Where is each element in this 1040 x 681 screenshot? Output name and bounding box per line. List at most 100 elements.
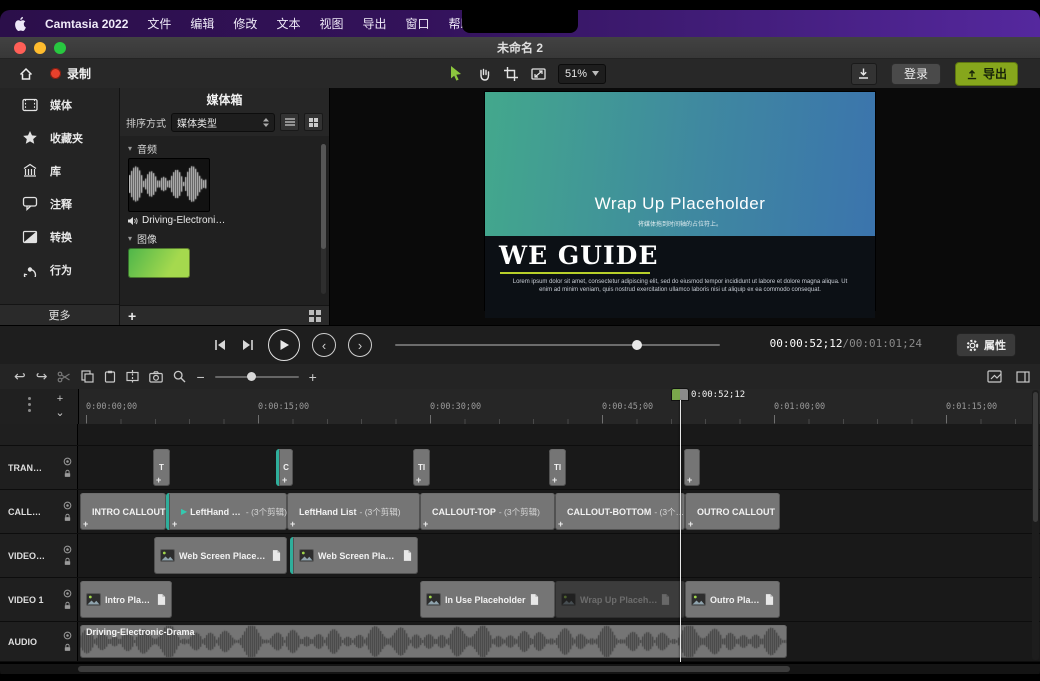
scale-tool-icon[interactable] xyxy=(530,66,547,82)
media-bin-scrollbar[interactable] xyxy=(321,144,326,294)
menu-item-edit[interactable]: 编辑 xyxy=(190,15,214,32)
timeline-clip[interactable]: +LeftHand List- (3个剪辑) xyxy=(287,493,420,530)
sidebar-item-behaviors[interactable]: 行为 xyxy=(0,253,119,286)
timeline-clip[interactable]: +CALLOUT-BOTTOM- (3个… xyxy=(555,493,685,530)
lock-icon[interactable] xyxy=(63,513,72,522)
lock-icon[interactable] xyxy=(63,601,72,610)
timeline-hscrollbar[interactable] xyxy=(0,664,1040,674)
sidebar-item-media[interactable]: 媒体 xyxy=(0,88,119,121)
track-header[interactable]: AUDIO xyxy=(0,622,78,661)
grid-view-button[interactable] xyxy=(304,113,323,131)
panel-toggle-button[interactable] xyxy=(1016,371,1030,383)
jump-back-button[interactable]: ‹ xyxy=(312,333,336,357)
track-header[interactable]: CALL… xyxy=(0,490,78,533)
redo-button[interactable]: ↪ xyxy=(36,368,48,385)
menu-item-text[interactable]: 文本 xyxy=(276,15,300,32)
timeline-clip[interactable]: Web Screen Place… xyxy=(290,537,418,574)
add-track-button[interactable]: + xyxy=(52,393,68,406)
timeline-clip[interactable]: +T xyxy=(153,449,170,486)
lock-icon[interactable] xyxy=(63,643,72,652)
track-lane[interactable]: +T +C +TI +TI + xyxy=(78,446,1040,489)
track-lane[interactable]: +INTRO CALLOUT+▶LeftHand List- (3个剪辑)+Le… xyxy=(78,490,1040,533)
lock-icon[interactable] xyxy=(63,557,72,566)
timeline-clip[interactable]: Intro Placeh… xyxy=(80,581,172,618)
sidebar-item-annotations[interactable]: 注释 xyxy=(0,187,119,220)
section-audio[interactable]: ▾ 音频 xyxy=(128,140,321,156)
media-item-image-thumb[interactable] xyxy=(128,248,190,278)
playhead-head[interactable] xyxy=(672,389,688,400)
video-preview[interactable]: Wrap Up Placeholder 将媒体拖到时间轴的占位符上。 WE GU… xyxy=(485,92,875,310)
track-toggle-icon[interactable] xyxy=(63,589,72,598)
track-header[interactable]: VIDEO 1 xyxy=(0,578,78,621)
sidebar-item-favorites[interactable]: 收藏夹 xyxy=(0,121,119,154)
cursor-tool-icon[interactable] xyxy=(448,65,465,82)
sidebar-item-transitions[interactable]: 转换 xyxy=(0,220,119,253)
timeline-clip[interactable]: +TI xyxy=(413,449,430,486)
timeline-clip[interactable]: +INTRO CALLOUT xyxy=(80,493,166,530)
zoom-slider-thumb[interactable] xyxy=(247,372,256,381)
hscroll-thumb[interactable] xyxy=(78,666,790,672)
timeline-clip[interactable]: +▶LeftHand List- (3个剪辑) xyxy=(166,493,287,530)
copy-button[interactable] xyxy=(81,370,94,383)
timeline-clip[interactable]: Driving-Electronic-Drama xyxy=(80,625,787,658)
record-button[interactable]: 录制 xyxy=(50,65,91,82)
canvas-stage[interactable]: Wrap Up Placeholder 将媒体拖到时间轴的占位符上。 WE GU… xyxy=(330,88,1040,325)
app-menu-title[interactable]: Camtasia 2022 xyxy=(45,17,128,31)
timeline-clip[interactable]: Outro Plac… xyxy=(685,581,780,618)
timeline-clip[interactable]: +TI xyxy=(549,449,566,486)
play-button[interactable] xyxy=(268,329,300,361)
timeline-vscrollbar[interactable] xyxy=(1032,390,1039,660)
timeline-clip[interactable]: Web Screen Placeh… xyxy=(154,537,287,574)
scrubber-slider[interactable] xyxy=(395,344,720,346)
menu-item-file[interactable]: 文件 xyxy=(147,15,171,32)
track-toggle-icon[interactable] xyxy=(63,457,72,466)
export-button[interactable]: 导出 xyxy=(955,62,1018,86)
track-lane[interactable]: Intro Placeh… In Use PlaceholderWrap Up P… xyxy=(78,578,1040,621)
sidebar-more-button[interactable]: 更多 xyxy=(0,304,119,325)
timeline-zoom-slider[interactable] xyxy=(215,376,299,378)
thumbnail-size-button[interactable] xyxy=(309,310,321,322)
track-toggle-icon[interactable] xyxy=(63,631,72,640)
timeline-clip[interactable]: + xyxy=(684,449,700,486)
zoom-out-button[interactable]: − xyxy=(196,369,204,385)
media-item-audio-thumb[interactable] xyxy=(128,158,210,212)
sidebar-item-library[interactable]: 库 xyxy=(0,154,119,187)
list-view-button[interactable] xyxy=(280,113,299,131)
zoom-in-button[interactable]: + xyxy=(309,369,317,385)
split-button[interactable] xyxy=(126,370,139,383)
paste-button[interactable] xyxy=(104,370,116,383)
collapse-tracks-button[interactable]: ⌄ xyxy=(52,407,68,420)
timeline-clip[interactable]: +C xyxy=(276,449,293,486)
menu-item-export[interactable]: 导出 xyxy=(362,15,386,32)
apple-menu-icon[interactable] xyxy=(14,16,26,31)
vscroll-thumb[interactable] xyxy=(1033,392,1038,522)
next-frame-button[interactable] xyxy=(240,337,256,353)
jump-forward-button[interactable]: › xyxy=(348,333,372,357)
crop-tool-icon[interactable] xyxy=(503,66,519,82)
home-icon[interactable] xyxy=(18,66,34,82)
add-media-button[interactable]: + xyxy=(128,309,136,323)
track-lane[interactable]: Driving-Electronic-Drama xyxy=(78,622,1040,661)
download-button[interactable] xyxy=(851,63,877,85)
timeline-clip[interactable]: +OUTRO CALLOUT xyxy=(685,493,780,530)
cut-button[interactable] xyxy=(57,370,71,384)
scrubber-thumb[interactable] xyxy=(632,340,642,350)
pan-tool-icon[interactable] xyxy=(476,66,492,82)
track-toggle-icon[interactable] xyxy=(63,545,72,554)
timeline-ruler[interactable]: 0:00:00;000:00:15;000:00:30;000:00:45;00… xyxy=(78,389,1040,424)
previous-frame-button[interactable] xyxy=(212,337,228,353)
track-header[interactable]: TRAN… xyxy=(0,446,78,489)
login-button[interactable]: 登录 xyxy=(891,63,941,85)
timeline-clip[interactable]: Wrap Up Placeh… xyxy=(555,581,685,618)
camera-button[interactable] xyxy=(149,371,163,383)
section-images[interactable]: ▾ 图像 xyxy=(128,230,321,246)
media-item-audio-label[interactable]: Driving-Electroni… xyxy=(142,215,225,226)
undo-button[interactable]: ↩ xyxy=(14,368,26,385)
zoom-search-button[interactable] xyxy=(173,370,186,383)
sort-select[interactable]: 媒体类型 xyxy=(171,113,275,132)
properties-button[interactable]: 属性 xyxy=(956,333,1016,357)
timeline-clip[interactable]: In Use Placeholder xyxy=(420,581,555,618)
track-header[interactable]: VIDEO… xyxy=(0,534,78,577)
track-toggle-icon[interactable] xyxy=(63,501,72,510)
menu-item-window[interactable]: 窗口 xyxy=(405,15,429,32)
